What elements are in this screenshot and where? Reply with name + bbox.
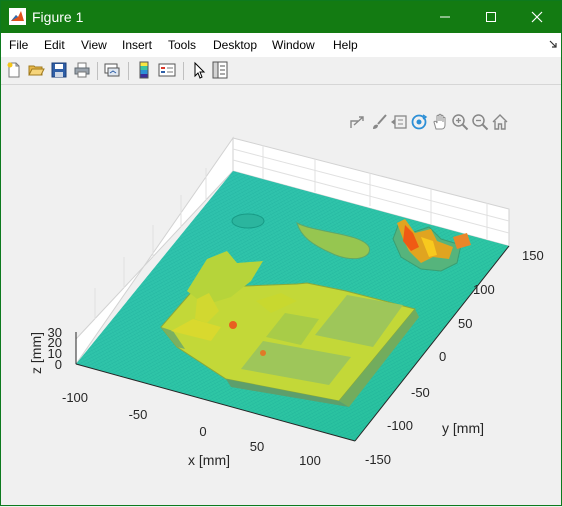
figure-toolbar xyxy=(1,58,561,85)
edit-plot-icon[interactable] xyxy=(190,61,208,79)
new-figure-icon[interactable] xyxy=(5,61,23,79)
legend-icon[interactable] xyxy=(158,61,176,79)
brush-icon[interactable] xyxy=(370,113,388,131)
link-plot-icon[interactable] xyxy=(103,61,121,79)
toolbar-separator xyxy=(183,62,184,80)
maximize-button[interactable] xyxy=(468,1,514,33)
menu-insert[interactable]: Insert xyxy=(122,38,152,52)
menu-edit[interactable]: Edit xyxy=(44,38,65,52)
figure-window: Figure 1 File Edit View Insert Tools Des… xyxy=(0,0,562,506)
menu-bar: File Edit View Insert Tools Desktop Wind… xyxy=(1,33,561,57)
zoom-in-icon[interactable] xyxy=(451,113,469,131)
property-inspector-icon[interactable] xyxy=(211,61,229,79)
menu-window[interactable]: Window xyxy=(272,38,315,52)
open-file-icon[interactable] xyxy=(27,61,45,79)
colorbar-icon[interactable] xyxy=(135,61,153,79)
figure-canvas[interactable] xyxy=(1,85,561,505)
maximize-icon xyxy=(486,12,496,22)
export-icon[interactable] xyxy=(349,113,367,131)
dock-arrow-icon[interactable] xyxy=(549,40,557,48)
toolbar-separator xyxy=(97,62,98,80)
title-bar[interactable]: Figure 1 xyxy=(1,1,561,33)
pan-icon[interactable] xyxy=(431,113,449,131)
minimize-button[interactable] xyxy=(422,1,468,33)
zoom-out-icon[interactable] xyxy=(471,113,489,131)
save-icon[interactable] xyxy=(50,61,68,79)
close-icon xyxy=(531,11,543,23)
minimize-icon xyxy=(440,16,450,18)
close-button[interactable] xyxy=(514,1,560,33)
toolbar-separator xyxy=(128,62,129,80)
print-icon[interactable] xyxy=(73,61,91,79)
menu-tools[interactable]: Tools xyxy=(168,38,196,52)
window-title: Figure 1 xyxy=(32,9,84,25)
menu-help[interactable]: Help xyxy=(333,38,358,52)
menu-file[interactable]: File xyxy=(9,38,28,52)
menu-view[interactable]: View xyxy=(81,38,107,52)
restore-view-icon[interactable] xyxy=(491,113,509,131)
rotate-3d-icon[interactable] xyxy=(410,113,428,131)
data-tips-icon[interactable] xyxy=(390,113,408,131)
menu-desktop[interactable]: Desktop xyxy=(213,38,257,52)
matlab-logo-icon xyxy=(9,8,26,25)
